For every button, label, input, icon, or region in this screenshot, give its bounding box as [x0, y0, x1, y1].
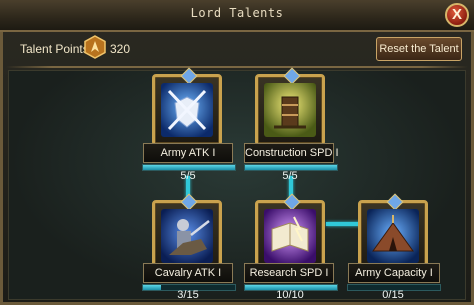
talent-name: Army Capacity I: [348, 263, 440, 283]
talent-research-spd[interactable]: [255, 193, 325, 272]
talent-cavalry-atk[interactable]: [152, 193, 222, 272]
progress-text: 5/5: [180, 170, 196, 182]
title-bar: Lord Talents: [0, 0, 474, 32]
talent-name: Cavalry ATK I: [143, 263, 233, 283]
crossed-swords-shield-icon: [161, 83, 213, 137]
cavalry-knight-icon: [161, 209, 213, 263]
progress-text: 3/15: [177, 289, 199, 301]
reset-talent-button[interactable]: Reset the Talent: [376, 37, 462, 61]
talent-army-atk[interactable]: [152, 67, 222, 146]
talent-point-icon: [84, 35, 106, 59]
talent-points-label: Talent Points:: [20, 42, 93, 56]
progress-text: 5/5: [282, 170, 298, 182]
connector-research-capacity: [326, 222, 362, 226]
progress-text: 0/15: [382, 289, 404, 301]
talent-construction-spd[interactable]: [255, 67, 325, 146]
research-book-icon: [264, 209, 316, 263]
progress-text: 10/10: [276, 289, 304, 301]
window-title: Lord Talents: [190, 6, 284, 20]
army-tent-icon: [367, 209, 419, 263]
talent-points-value: 320: [110, 42, 131, 56]
close-button[interactable]: X: [445, 3, 469, 27]
talent-army-capacity[interactable]: [358, 193, 428, 272]
talent-name: Army ATK I: [143, 143, 233, 163]
construction-tower-icon: [264, 83, 316, 137]
talent-name: Construction SPD I: [244, 143, 339, 163]
header-divider: [6, 66, 468, 68]
talent-name: Research SPD I: [244, 263, 334, 283]
